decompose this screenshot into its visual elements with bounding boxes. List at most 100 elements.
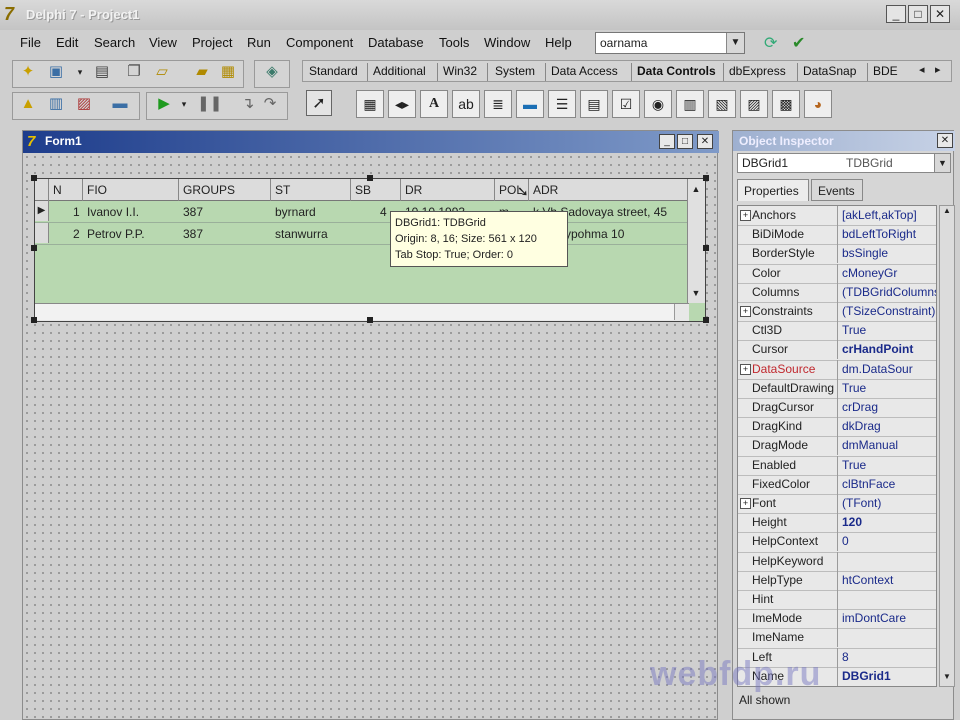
chevron-down-icon[interactable]: ▼ bbox=[726, 33, 744, 53]
dbradiogroup-icon[interactable]: ◉ bbox=[644, 90, 672, 118]
dbnavigator-icon[interactable]: ◂▸ bbox=[388, 90, 416, 118]
property-value[interactable]: 8 bbox=[839, 648, 936, 667]
dbctrlgrid-icon[interactable]: ▩ bbox=[772, 90, 800, 118]
grid-col-fio[interactable]: FIO bbox=[83, 179, 179, 201]
property-row[interactable]: ImeMode imDontCare bbox=[738, 609, 936, 630]
pause-icon[interactable]: ❚❚ bbox=[197, 93, 222, 115]
property-row[interactable]: BiDiMode bdLeftToRight bbox=[738, 225, 936, 246]
grid-col-dr[interactable]: DR bbox=[401, 179, 495, 201]
open-dropdown-icon[interactable]: ▾ bbox=[69, 61, 91, 83]
menu-tools[interactable]: Tools bbox=[439, 35, 469, 50]
property-value[interactable]: True bbox=[839, 379, 936, 398]
dbimage-icon[interactable]: ▬ bbox=[516, 90, 544, 118]
selection-handle[interactable] bbox=[703, 175, 709, 181]
table-row[interactable]: 2 Petrov P.P. 387 stanwurra ypohma 10 bbox=[35, 223, 687, 245]
palette-tab-data-controls[interactable]: Data Controls bbox=[637, 64, 716, 78]
dblistbox-icon[interactable]: ☰ bbox=[548, 90, 576, 118]
menu-file[interactable]: File bbox=[20, 35, 41, 50]
property-value[interactable]: clBtnFace bbox=[839, 475, 936, 494]
palette-tab-data-access[interactable]: Data Access bbox=[551, 64, 618, 78]
dbmemo-icon[interactable]: ≣ bbox=[484, 90, 512, 118]
property-value[interactable]: DBGrid1 bbox=[839, 667, 936, 686]
menu-help[interactable]: Help bbox=[545, 35, 572, 50]
property-row[interactable]: Enabled True bbox=[738, 455, 936, 476]
run-icon[interactable]: ▶ bbox=[153, 93, 175, 115]
property-row[interactable]: HelpType htContext bbox=[738, 570, 936, 591]
selection-handle[interactable] bbox=[367, 175, 373, 181]
dbcombobox-icon[interactable]: ▤ bbox=[580, 90, 608, 118]
save-icon[interactable]: ▤ bbox=[91, 61, 113, 83]
property-value[interactable]: crDrag bbox=[839, 398, 936, 417]
inspector-object-selector[interactable]: DBGrid1 TDBGrid ▼ bbox=[737, 153, 951, 173]
dbedit-icon[interactable]: ab bbox=[452, 90, 480, 118]
property-value[interactable] bbox=[839, 628, 936, 647]
property-value[interactable]: (TSizeConstraint) bbox=[839, 302, 936, 321]
property-row[interactable]: + Anchors [akLeft,akTop] bbox=[738, 206, 936, 227]
grid-col-n[interactable]: N bbox=[49, 179, 83, 201]
property-row[interactable]: DefaultDrawing True bbox=[738, 378, 936, 399]
form-close-icon[interactable]: ✕ bbox=[697, 134, 713, 149]
remove-file-icon[interactable]: ▦ bbox=[217, 61, 239, 83]
property-value[interactable] bbox=[839, 590, 936, 609]
property-value[interactable]: dkDrag bbox=[839, 417, 936, 436]
palette-tab-system[interactable]: System bbox=[495, 64, 535, 78]
selection-handle[interactable] bbox=[31, 245, 37, 251]
grid-col-sb[interactable]: SB bbox=[351, 179, 401, 201]
selection-handle[interactable] bbox=[31, 175, 37, 181]
menu-window[interactable]: Window bbox=[484, 35, 530, 50]
menu-database[interactable]: Database bbox=[368, 35, 424, 50]
scroll-up-icon[interactable]: ▲ bbox=[941, 206, 953, 220]
property-row[interactable]: HelpContext 0 bbox=[738, 532, 936, 553]
help-contents-icon[interactable]: ◈ bbox=[261, 61, 283, 83]
desktop-combo[interactable]: oarnama ▼ bbox=[595, 32, 745, 54]
property-value[interactable]: cMoneyGr bbox=[839, 264, 936, 283]
scroll-down-icon[interactable]: ▼ bbox=[941, 672, 953, 686]
property-value[interactable]: dmManual bbox=[839, 436, 936, 455]
property-value[interactable]: (TFont) bbox=[839, 494, 936, 513]
scroll-down-icon[interactable]: ▼ bbox=[688, 285, 704, 301]
inspector-scrollbar[interactable]: ▲ ▼ bbox=[939, 205, 955, 687]
menu-component[interactable]: Component bbox=[286, 35, 353, 50]
property-value[interactable]: True bbox=[839, 456, 936, 475]
property-row[interactable]: Color cMoneyGr bbox=[738, 263, 936, 284]
menu-run[interactable]: Run bbox=[247, 35, 271, 50]
tab-properties[interactable]: Properties bbox=[737, 179, 809, 201]
grid-col-groups[interactable]: GROUPS bbox=[179, 179, 271, 201]
property-value[interactable]: True bbox=[839, 321, 936, 340]
property-row[interactable]: Height 120 bbox=[738, 513, 936, 534]
property-value[interactable]: bdLeftToRight bbox=[839, 225, 936, 244]
save-all-icon[interactable]: ❐ bbox=[123, 61, 145, 83]
dbgrid[interactable]: N FIO GROUPS ST SB DR POL ADR ▶ 1 Ivanov… bbox=[34, 178, 706, 322]
palette-tab-additional[interactable]: Additional bbox=[373, 64, 426, 78]
dbcheckbox-icon[interactable]: ☑ bbox=[612, 90, 640, 118]
selection-handle[interactable] bbox=[31, 317, 37, 323]
view-unit-icon[interactable]: ▲ bbox=[17, 93, 39, 115]
selection-handle[interactable] bbox=[703, 317, 709, 323]
property-row[interactable]: FixedColor clBtnFace bbox=[738, 474, 936, 495]
property-row[interactable]: DragMode dmManual bbox=[738, 436, 936, 457]
property-row[interactable]: + Constraints (TSizeConstraint) bbox=[738, 302, 936, 323]
property-value[interactable]: imDontCare bbox=[839, 609, 936, 628]
palette-scroll-right-icon[interactable]: ▸ bbox=[935, 63, 941, 76]
grid-col-st[interactable]: ST bbox=[271, 179, 351, 201]
view-form-icon[interactable]: ▥ bbox=[45, 93, 67, 115]
maximize-icon[interactable]: □ bbox=[908, 5, 928, 23]
palette-tab-bde[interactable]: BDE bbox=[873, 64, 898, 78]
desktop-save-icon[interactable]: ⟳ bbox=[764, 33, 784, 53]
form-maximize-icon[interactable]: □ bbox=[677, 134, 693, 149]
property-value[interactable]: [akLeft,akTop] bbox=[839, 206, 936, 225]
selection-handle[interactable] bbox=[703, 245, 709, 251]
menu-view[interactable]: View bbox=[149, 35, 177, 50]
grid-vertical-scrollbar[interactable]: ▲ ▼ bbox=[687, 179, 705, 303]
table-row[interactable]: ▶ 1 Ivanov I.I. 387 byrnard 4 10.10.1993… bbox=[35, 201, 687, 223]
dbtext-icon[interactable]: A bbox=[420, 90, 448, 118]
palette-tab-dbexpress[interactable]: dbExpress bbox=[729, 64, 786, 78]
grid-col-adr[interactable]: ADR bbox=[529, 179, 687, 201]
property-row[interactable]: + Font (TFont) bbox=[738, 494, 936, 515]
trace-into-icon[interactable]: ↴ bbox=[237, 93, 259, 115]
close-icon[interactable]: ✕ bbox=[930, 5, 950, 23]
scroll-up-icon[interactable]: ▲ bbox=[688, 181, 704, 197]
open-icon[interactable]: ▣ bbox=[45, 61, 67, 83]
menu-edit[interactable]: Edit bbox=[56, 35, 78, 50]
menu-project[interactable]: Project bbox=[192, 35, 232, 50]
